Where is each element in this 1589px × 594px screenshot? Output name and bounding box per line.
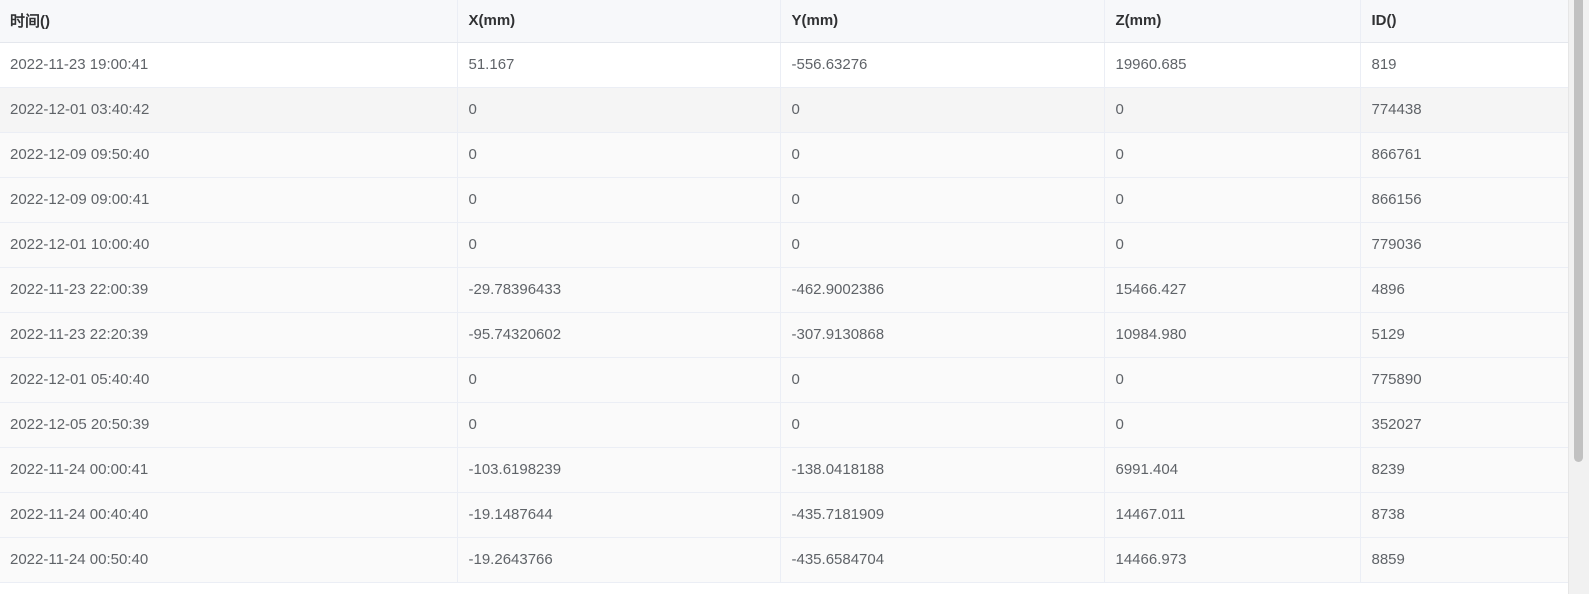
- cell-id: 8859: [1360, 537, 1569, 583]
- cell-id: 775890: [1360, 357, 1569, 403]
- table-row[interactable]: 2022-12-01 05:40:40 0 0 0 775890: [0, 357, 1569, 403]
- cell-z: 0: [1104, 87, 1361, 133]
- column-header-id[interactable]: ID(): [1360, 0, 1569, 43]
- cell-id: 8738: [1360, 492, 1569, 538]
- cell-z: 0: [1104, 402, 1361, 448]
- cell-time: 2022-11-24 00:50:40: [0, 537, 458, 583]
- cell-id: 4896: [1360, 267, 1569, 313]
- cell-x: 0: [457, 132, 781, 178]
- table-body: 2022-11-23 19:00:41 51.167 -556.63276 19…: [0, 42, 1569, 583]
- table-row[interactable]: 2022-11-24 00:50:40 -19.2643766 -435.658…: [0, 537, 1569, 583]
- cell-z: 14467.011: [1104, 492, 1361, 538]
- cell-x: -19.1487644: [457, 492, 781, 538]
- cell-time: 2022-12-09 09:00:41: [0, 177, 458, 223]
- cell-id: 8239: [1360, 447, 1569, 493]
- table-row[interactable]: 2022-11-24 00:00:41 -103.6198239 -138.04…: [0, 447, 1569, 493]
- table-row[interactable]: 2022-12-05 20:50:39 0 0 0 352027: [0, 402, 1569, 448]
- column-header-z[interactable]: Z(mm): [1104, 0, 1361, 43]
- cell-z: 19960.685: [1104, 42, 1361, 88]
- cell-z: 10984.980: [1104, 312, 1361, 358]
- cell-y: 0: [780, 357, 1105, 403]
- cell-id: 779036: [1360, 222, 1569, 268]
- cell-x: -19.2643766: [457, 537, 781, 583]
- cell-id: 774438: [1360, 87, 1569, 133]
- cell-time: 2022-12-05 20:50:39: [0, 402, 458, 448]
- table-row[interactable]: 2022-11-23 22:00:39 -29.78396433 -462.90…: [0, 267, 1569, 313]
- table-row[interactable]: 2022-11-24 00:40:40 -19.1487644 -435.718…: [0, 492, 1569, 538]
- cell-id: 866156: [1360, 177, 1569, 223]
- cell-x: -103.6198239: [457, 447, 781, 493]
- cell-x: 0: [457, 87, 781, 133]
- header-row: 时间() X(mm) Y(mm) Z(mm) ID(): [0, 0, 1569, 43]
- cell-y: -435.6584704: [780, 537, 1105, 583]
- cell-z: 0: [1104, 177, 1361, 223]
- cell-x: -29.78396433: [457, 267, 781, 313]
- table-row[interactable]: 2022-12-01 03:40:42 0 0 0 774438: [0, 87, 1569, 133]
- cell-y: -556.63276: [780, 42, 1105, 88]
- cell-time: 2022-11-24 00:40:40: [0, 492, 458, 538]
- cell-z: 15466.427: [1104, 267, 1361, 313]
- data-table: 时间() X(mm) Y(mm) Z(mm) ID() 2022-11-23 1…: [0, 0, 1569, 583]
- cell-time: 2022-11-24 00:00:41: [0, 447, 458, 493]
- cell-y: -307.9130868: [780, 312, 1105, 358]
- scrollbar-thumb[interactable]: [1574, 0, 1583, 462]
- cell-y: 0: [780, 87, 1105, 133]
- cell-time: 2022-12-09 09:50:40: [0, 132, 458, 178]
- column-header-time[interactable]: 时间(): [0, 0, 458, 43]
- cell-y: -462.9002386: [780, 267, 1105, 313]
- cell-y: 0: [780, 132, 1105, 178]
- table-row[interactable]: 2022-12-09 09:00:41 0 0 0 866156: [0, 177, 1569, 223]
- column-header-y[interactable]: Y(mm): [780, 0, 1105, 43]
- cell-z: 6991.404: [1104, 447, 1361, 493]
- cell-z: 0: [1104, 357, 1361, 403]
- cell-y: -435.7181909: [780, 492, 1105, 538]
- cell-time: 2022-11-23 22:20:39: [0, 312, 458, 358]
- cell-x: 0: [457, 177, 781, 223]
- cell-z: 14466.973: [1104, 537, 1361, 583]
- cell-z: 0: [1104, 132, 1361, 178]
- cell-x: 51.167: [457, 42, 781, 88]
- table-row[interactable]: 2022-11-23 19:00:41 51.167 -556.63276 19…: [0, 42, 1569, 88]
- cell-y: -138.0418188: [780, 447, 1105, 493]
- cell-time: 2022-12-01 03:40:42: [0, 87, 458, 133]
- cell-time: 2022-12-01 05:40:40: [0, 357, 458, 403]
- cell-id: 819: [1360, 42, 1569, 88]
- cell-id: 352027: [1360, 402, 1569, 448]
- table-row[interactable]: 2022-12-09 09:50:40 0 0 0 866761: [0, 132, 1569, 178]
- vertical-scrollbar[interactable]: [1568, 0, 1589, 594]
- cell-y: 0: [780, 222, 1105, 268]
- cell-time: 2022-11-23 19:00:41: [0, 42, 458, 88]
- table-row[interactable]: 2022-11-23 22:20:39 -95.74320602 -307.91…: [0, 312, 1569, 358]
- cell-x: 0: [457, 222, 781, 268]
- cell-z: 0: [1104, 222, 1361, 268]
- cell-y: 0: [780, 177, 1105, 223]
- cell-x: -95.74320602: [457, 312, 781, 358]
- cell-y: 0: [780, 402, 1105, 448]
- table-row[interactable]: 2022-12-01 10:00:40 0 0 0 779036: [0, 222, 1569, 268]
- cell-x: 0: [457, 402, 781, 448]
- data-table-container: 时间() X(mm) Y(mm) Z(mm) ID() 2022-11-23 1…: [0, 0, 1589, 594]
- cell-time: 2022-11-23 22:00:39: [0, 267, 458, 313]
- table-header: 时间() X(mm) Y(mm) Z(mm) ID(): [0, 0, 1569, 43]
- cell-time: 2022-12-01 10:00:40: [0, 222, 458, 268]
- cell-id: 866761: [1360, 132, 1569, 178]
- cell-id: 5129: [1360, 312, 1569, 358]
- column-header-x[interactable]: X(mm): [457, 0, 781, 43]
- cell-x: 0: [457, 357, 781, 403]
